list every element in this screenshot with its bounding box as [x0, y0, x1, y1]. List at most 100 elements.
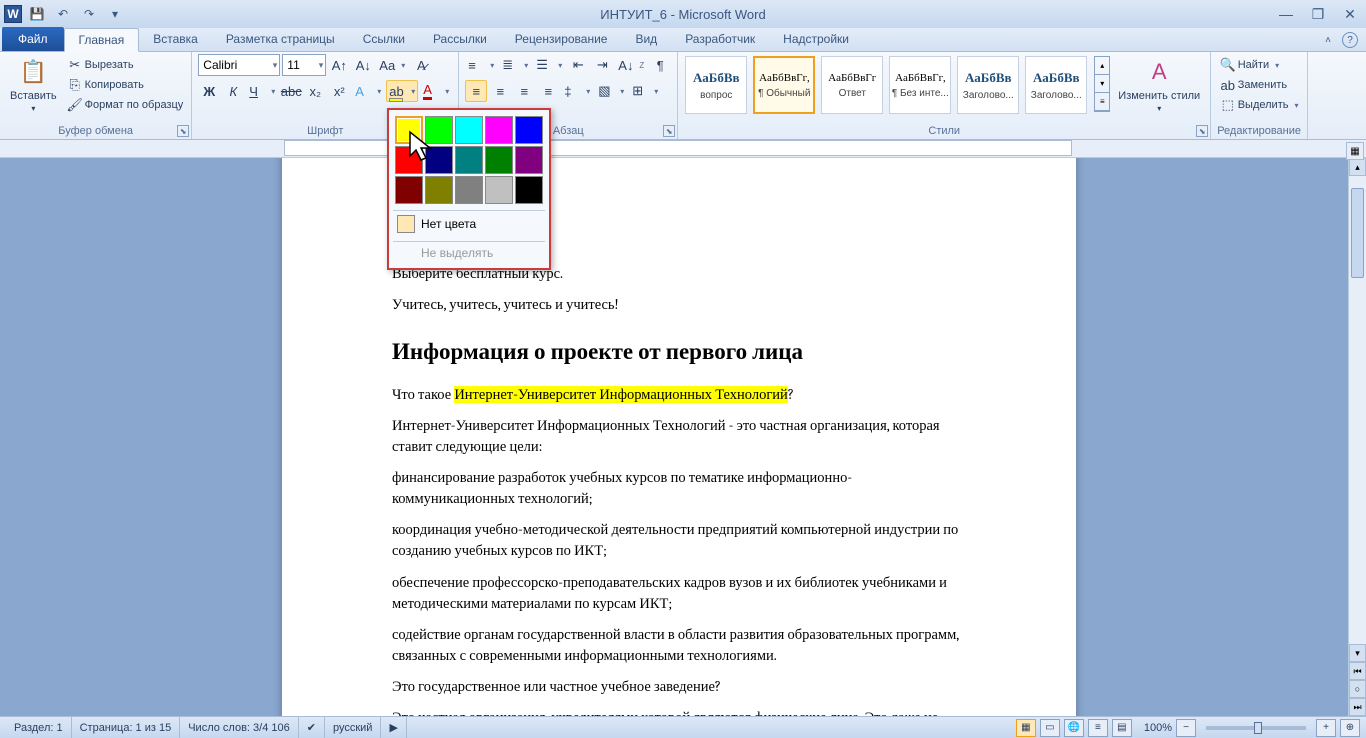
style-tile[interactable]: АаБбВвГг,¶ Обычный — [753, 56, 815, 114]
change-styles-button[interactable]: A Изменить стили ▾ — [1114, 54, 1204, 115]
sort-button[interactable]: A↓Z — [615, 54, 647, 76]
zoom-in-button[interactable]: + — [1316, 719, 1336, 737]
status-page[interactable]: Страница: 1 из 15 — [72, 717, 181, 738]
paragraph-launcher[interactable]: ⬊ — [663, 125, 675, 137]
subscript-button[interactable]: x₂ — [304, 80, 326, 102]
tab-references[interactable]: Ссылки — [349, 27, 419, 51]
style-tile[interactable]: АаБбВвГгОтвет — [821, 56, 883, 114]
find-button[interactable]: 🔍Найти▾ — [1218, 56, 1281, 74]
font-color-button[interactable]: A▾ — [420, 80, 452, 102]
prev-page-button[interactable]: ⏮ — [1349, 662, 1366, 680]
underline-button[interactable]: Ч▾ — [246, 80, 278, 102]
decrease-indent-button[interactable]: ⇤ — [567, 54, 589, 76]
status-words[interactable]: Число слов: 3/4 106 — [180, 717, 299, 738]
tab-insert[interactable]: Вставка — [139, 27, 212, 51]
shrink-font-button[interactable]: A↓ — [352, 54, 374, 76]
vertical-scrollbar[interactable]: ▴ ▾ ⏮ ○ ⏭ — [1348, 158, 1366, 716]
tab-addins[interactable]: Надстройки — [769, 27, 863, 51]
bullets-button[interactable]: ≡▾ — [465, 54, 497, 76]
text-effects-button[interactable]: A▾ — [352, 80, 384, 102]
replace-button[interactable]: abЗаменить — [1218, 76, 1289, 94]
grow-font-button[interactable]: A↑ — [328, 54, 350, 76]
color-swatch[interactable] — [485, 176, 513, 204]
format-painter-button[interactable]: 🖌Формат по образцу — [65, 96, 186, 114]
tab-mailings[interactable]: Рассылки — [419, 27, 501, 51]
align-center-button[interactable]: ≡ — [489, 80, 511, 102]
align-right-button[interactable]: ≡ — [513, 80, 535, 102]
qat-save-icon[interactable]: 💾 — [26, 3, 48, 25]
strike-button[interactable]: abc — [280, 80, 302, 102]
view-web-layout[interactable]: 🌐 — [1064, 719, 1084, 737]
status-macro-icon[interactable]: ▶ — [381, 717, 406, 738]
help-icon[interactable]: ? — [1342, 32, 1358, 48]
copy-button[interactable]: ⎘Копировать — [65, 76, 186, 94]
color-swatch[interactable] — [395, 176, 423, 204]
numbering-button[interactable]: ≣▾ — [499, 54, 531, 76]
increase-indent-button[interactable]: ⇥ — [591, 54, 613, 76]
style-tile[interactable]: АаБбВввопрос — [685, 56, 747, 114]
browse-object-button[interactable]: ○ — [1349, 680, 1366, 698]
next-page-button[interactable]: ⏭ — [1349, 698, 1366, 716]
zoom-out-button[interactable]: − — [1176, 719, 1196, 737]
qat-customize-icon[interactable]: ▾ — [104, 3, 126, 25]
style-tile[interactable]: АаБбВвГг,¶ Без инте... — [889, 56, 951, 114]
font-name-combo[interactable]: Calibri▾ — [198, 54, 280, 76]
color-swatch[interactable] — [395, 116, 423, 144]
superscript-button[interactable]: x² — [328, 80, 350, 102]
style-tile[interactable]: АаБбВвЗаголово... — [1025, 56, 1087, 114]
styles-up[interactable]: ▴ — [1095, 57, 1109, 75]
styles-more[interactable]: ≡ — [1095, 93, 1109, 111]
show-marks-button[interactable]: ¶ — [649, 54, 671, 76]
tab-home[interactable]: Главная — [64, 28, 140, 52]
status-language[interactable]: русский — [325, 717, 381, 738]
minimize-ribbon-icon[interactable]: ˄ — [1320, 32, 1336, 48]
status-proofing-icon[interactable]: ✔ — [299, 717, 325, 738]
ruler-toggle[interactable]: ▦ — [1346, 142, 1364, 160]
qat-redo-icon[interactable]: ↷ — [78, 3, 100, 25]
minimize-button[interactable]: — — [1274, 4, 1298, 24]
color-swatch[interactable] — [455, 176, 483, 204]
highlight-color-button[interactable]: ab▾ — [386, 80, 418, 102]
view-full-screen[interactable]: ▭ — [1040, 719, 1060, 737]
tab-review[interactable]: Рецензирование — [501, 27, 622, 51]
italic-button[interactable]: К — [222, 80, 244, 102]
qat-undo-icon[interactable]: ↶ — [52, 3, 74, 25]
tab-developer[interactable]: Разработчик — [671, 27, 769, 51]
paste-button[interactable]: 📋 Вставить ▾ — [6, 54, 61, 115]
align-justify-button[interactable]: ≡ — [537, 80, 559, 102]
multilevel-button[interactable]: ☰▾ — [533, 54, 565, 76]
no-color-item[interactable]: Нет цвета — [393, 210, 545, 237]
word-icon[interactable]: W — [4, 5, 22, 23]
color-swatch[interactable] — [425, 116, 453, 144]
color-swatch[interactable] — [455, 116, 483, 144]
cut-button[interactable]: ✂Вырезать — [65, 56, 186, 74]
zoom-level[interactable]: 100% — [1144, 722, 1172, 734]
color-swatch[interactable] — [515, 116, 543, 144]
color-swatch[interactable] — [515, 176, 543, 204]
style-tile[interactable]: АаБбВвЗаголово... — [957, 56, 1019, 114]
scroll-thumb[interactable] — [1351, 188, 1364, 278]
view-print-layout[interactable]: ▦ — [1016, 719, 1036, 737]
file-tab[interactable]: Файл — [2, 27, 64, 51]
color-swatch[interactable] — [395, 146, 423, 174]
tab-view[interactable]: Вид — [621, 27, 671, 51]
color-swatch[interactable] — [425, 146, 453, 174]
styles-down[interactable]: ▾ — [1095, 75, 1109, 93]
change-case-button[interactable]: Aa▾ — [376, 54, 408, 76]
shading-button[interactable]: ▧▾ — [595, 80, 627, 102]
horizontal-ruler[interactable] — [0, 140, 1366, 158]
color-swatch[interactable] — [485, 146, 513, 174]
color-swatch[interactable] — [485, 116, 513, 144]
zoom-thumb[interactable] — [1254, 722, 1262, 734]
bold-button[interactable]: Ж — [198, 80, 220, 102]
zoom-slider[interactable] — [1206, 726, 1306, 730]
view-draft[interactable]: ▤ — [1112, 719, 1132, 737]
view-outline[interactable]: ≡ — [1088, 719, 1108, 737]
color-swatch[interactable] — [455, 146, 483, 174]
maximize-button[interactable]: ❐ — [1306, 4, 1330, 24]
status-section[interactable]: Раздел: 1 — [6, 717, 72, 738]
clipboard-launcher[interactable]: ⬊ — [177, 125, 189, 137]
font-size-combo[interactable]: 11▾ — [282, 54, 326, 76]
borders-button[interactable]: ⊞▾ — [629, 80, 661, 102]
tab-page-layout[interactable]: Разметка страницы — [212, 27, 349, 51]
